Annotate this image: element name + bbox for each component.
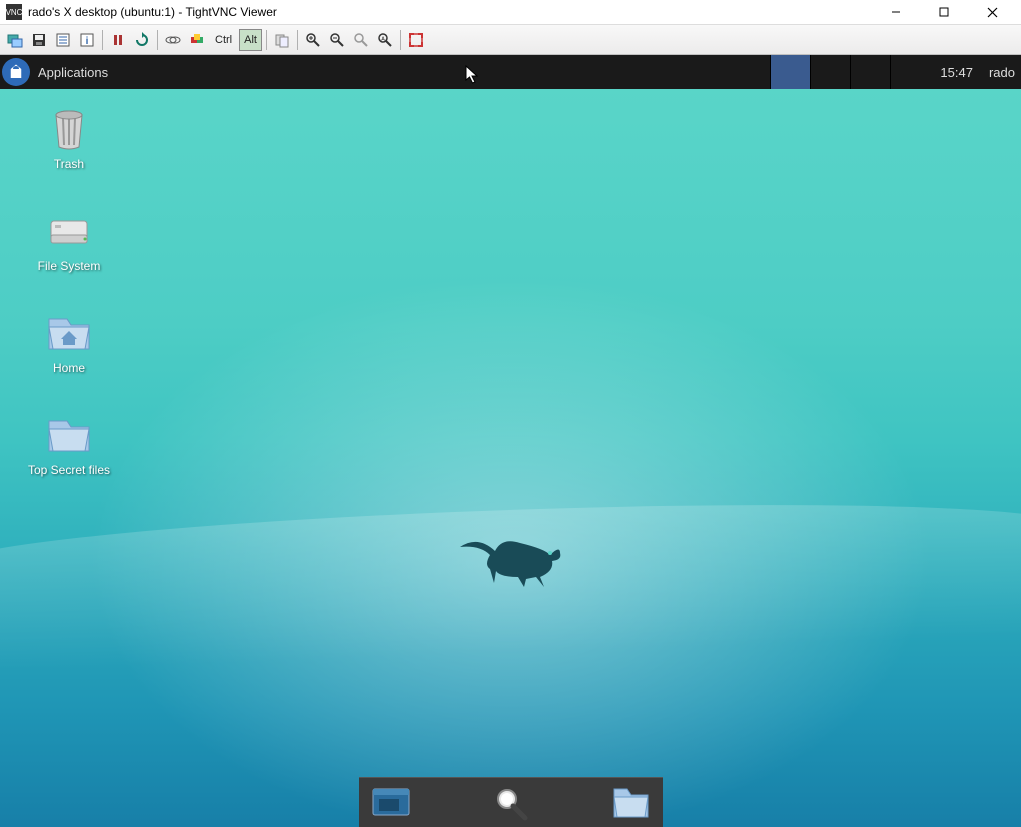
connection-info-icon[interactable]: i (76, 29, 98, 51)
workspace-1[interactable] (770, 55, 810, 89)
options-icon[interactable] (52, 29, 74, 51)
pause-icon[interactable] (107, 29, 129, 51)
folder-icon (45, 411, 93, 459)
xfce-menu-button[interactable] (2, 58, 30, 86)
remote-desktop[interactable]: Applications 15:47 rado (0, 55, 1021, 827)
alt-key-button[interactable]: Alt (239, 29, 262, 51)
file-manager-button[interactable] (609, 783, 653, 823)
zoom-100-icon[interactable] (350, 29, 372, 51)
workspace-2[interactable] (810, 55, 850, 89)
desktop-icon-label: Home (53, 361, 85, 375)
xfce-top-panel: Applications 15:47 rado (0, 55, 1021, 89)
toolbar-separator (297, 30, 298, 50)
vnc-titlebar: VNC rado's X desktop (ubuntu:1) - TightV… (0, 0, 1021, 25)
save-icon[interactable] (28, 29, 50, 51)
new-connection-icon[interactable] (4, 29, 26, 51)
workspace-switcher (770, 55, 930, 89)
toolbar-separator (157, 30, 158, 50)
close-button[interactable] (969, 0, 1015, 25)
trash-desktop-icon[interactable]: Trash (14, 105, 124, 171)
toolbar-separator (102, 30, 103, 50)
appfinder-button[interactable] (489, 783, 533, 823)
show-desktop-button[interactable] (369, 783, 413, 823)
fullscreen-icon[interactable] (405, 29, 427, 51)
window-controls (873, 0, 1015, 25)
applications-menu[interactable]: Applications (30, 65, 116, 80)
toolbar-separator (400, 30, 401, 50)
top-secret-folder-icon[interactable]: Top Secret files (14, 411, 124, 477)
file-transfer-icon[interactable] (271, 29, 293, 51)
xfce-dock (359, 777, 663, 827)
workspace-4[interactable] (890, 55, 930, 89)
xfce-mouse-icon (460, 525, 570, 595)
desktop-icon-label: Trash (54, 157, 84, 171)
filesystem-desktop-icon[interactable]: File System (14, 207, 124, 273)
panel-clock[interactable]: 15:47 (930, 65, 983, 80)
workspace-3[interactable] (850, 55, 890, 89)
desktop-icon-label: Top Secret files (28, 463, 110, 477)
desktop-icons-area: Trash File System Home (14, 105, 124, 477)
zoom-auto-icon[interactable]: A (374, 29, 396, 51)
ctrl-esc-icon[interactable] (186, 29, 208, 51)
vnc-toolbar: i Ctrl Alt A (0, 25, 1021, 55)
home-desktop-icon[interactable]: Home (14, 309, 124, 375)
trash-icon (45, 105, 93, 153)
svg-text:i: i (86, 36, 89, 47)
refresh-icon[interactable] (131, 29, 153, 51)
toolbar-separator (266, 30, 267, 50)
harddrive-icon (45, 207, 93, 255)
vnc-window-title: rado's X desktop (ubuntu:1) - TightVNC V… (28, 5, 873, 19)
panel-user[interactable]: rado (983, 65, 1021, 80)
maximize-button[interactable] (921, 0, 967, 25)
ctrl-key-button[interactable]: Ctrl (210, 29, 237, 51)
minimize-button[interactable] (873, 0, 919, 25)
desktop-icon-label: File System (38, 259, 101, 273)
zoom-in-icon[interactable] (302, 29, 324, 51)
vnc-app-icon: VNC (6, 4, 22, 20)
ctrl-alt-del-icon[interactable] (162, 29, 184, 51)
home-folder-icon (45, 309, 93, 357)
zoom-out-icon[interactable] (326, 29, 348, 51)
